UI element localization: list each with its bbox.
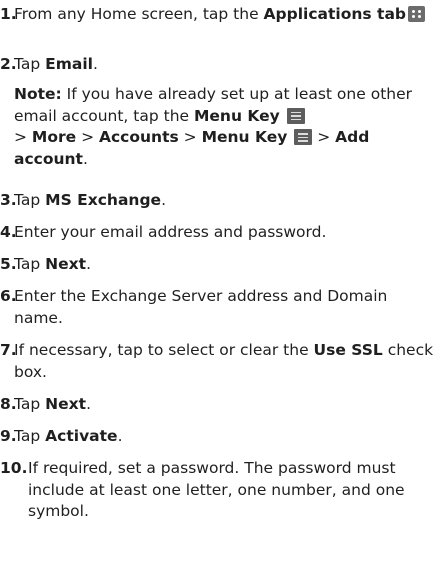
step-1: 1. From any Home screen, tap the Applica… xyxy=(0,4,441,26)
step-number: 6. xyxy=(0,287,17,305)
step-10: 10. If required, set a password. The pas… xyxy=(0,458,441,523)
step-text: Tap Next. xyxy=(14,395,92,413)
step-number: 5. xyxy=(0,255,17,273)
step-text: Tap Activate. xyxy=(14,427,123,445)
menu-key-icon xyxy=(286,107,305,124)
step-8: 8. Tap Next. xyxy=(0,394,441,416)
step-text: Tap MS Exchange. xyxy=(14,191,167,209)
step-7: 7. If necessary, tap to select or clear … xyxy=(0,340,441,383)
step-4: 4. Enter your email address and password… xyxy=(0,222,441,244)
step-number: 7. xyxy=(0,341,17,359)
step-number: 10. xyxy=(0,459,28,477)
step-text: Tap Email. xyxy=(14,55,98,73)
step-text: Enter the Exchange Server address and Do… xyxy=(14,287,388,327)
step-2: 2. Tap Email. xyxy=(0,54,441,76)
step-5: 5. Tap Next. xyxy=(0,254,441,276)
step-number: 9. xyxy=(0,427,17,445)
step-9: 9. Tap Activate. xyxy=(0,426,441,448)
step-number: 4. xyxy=(0,223,17,241)
step-text: From any Home screen, tap the Applicatio… xyxy=(14,4,441,26)
apps-grid-icon xyxy=(408,6,425,22)
step-text: Enter your email address and password. xyxy=(14,223,327,241)
note-block: Note: If you have already set up at leas… xyxy=(14,84,441,170)
step-3: 3. Tap MS Exchange. xyxy=(0,190,441,212)
step-number: 2. xyxy=(0,55,17,73)
step-text: If required, set a password. The passwor… xyxy=(28,459,405,520)
step-number: 8. xyxy=(0,395,17,413)
step-6: 6. Enter the Exchange Server address and… xyxy=(0,286,441,329)
step-text: If necessary, tap to select or clear the… xyxy=(14,341,434,381)
step-number: 3. xyxy=(0,191,17,209)
note-text: Note: If you have already set up at leas… xyxy=(14,85,412,168)
step-text: Tap Next. xyxy=(14,255,92,273)
step-number: 1. xyxy=(0,5,17,23)
menu-key-icon xyxy=(294,129,313,145)
